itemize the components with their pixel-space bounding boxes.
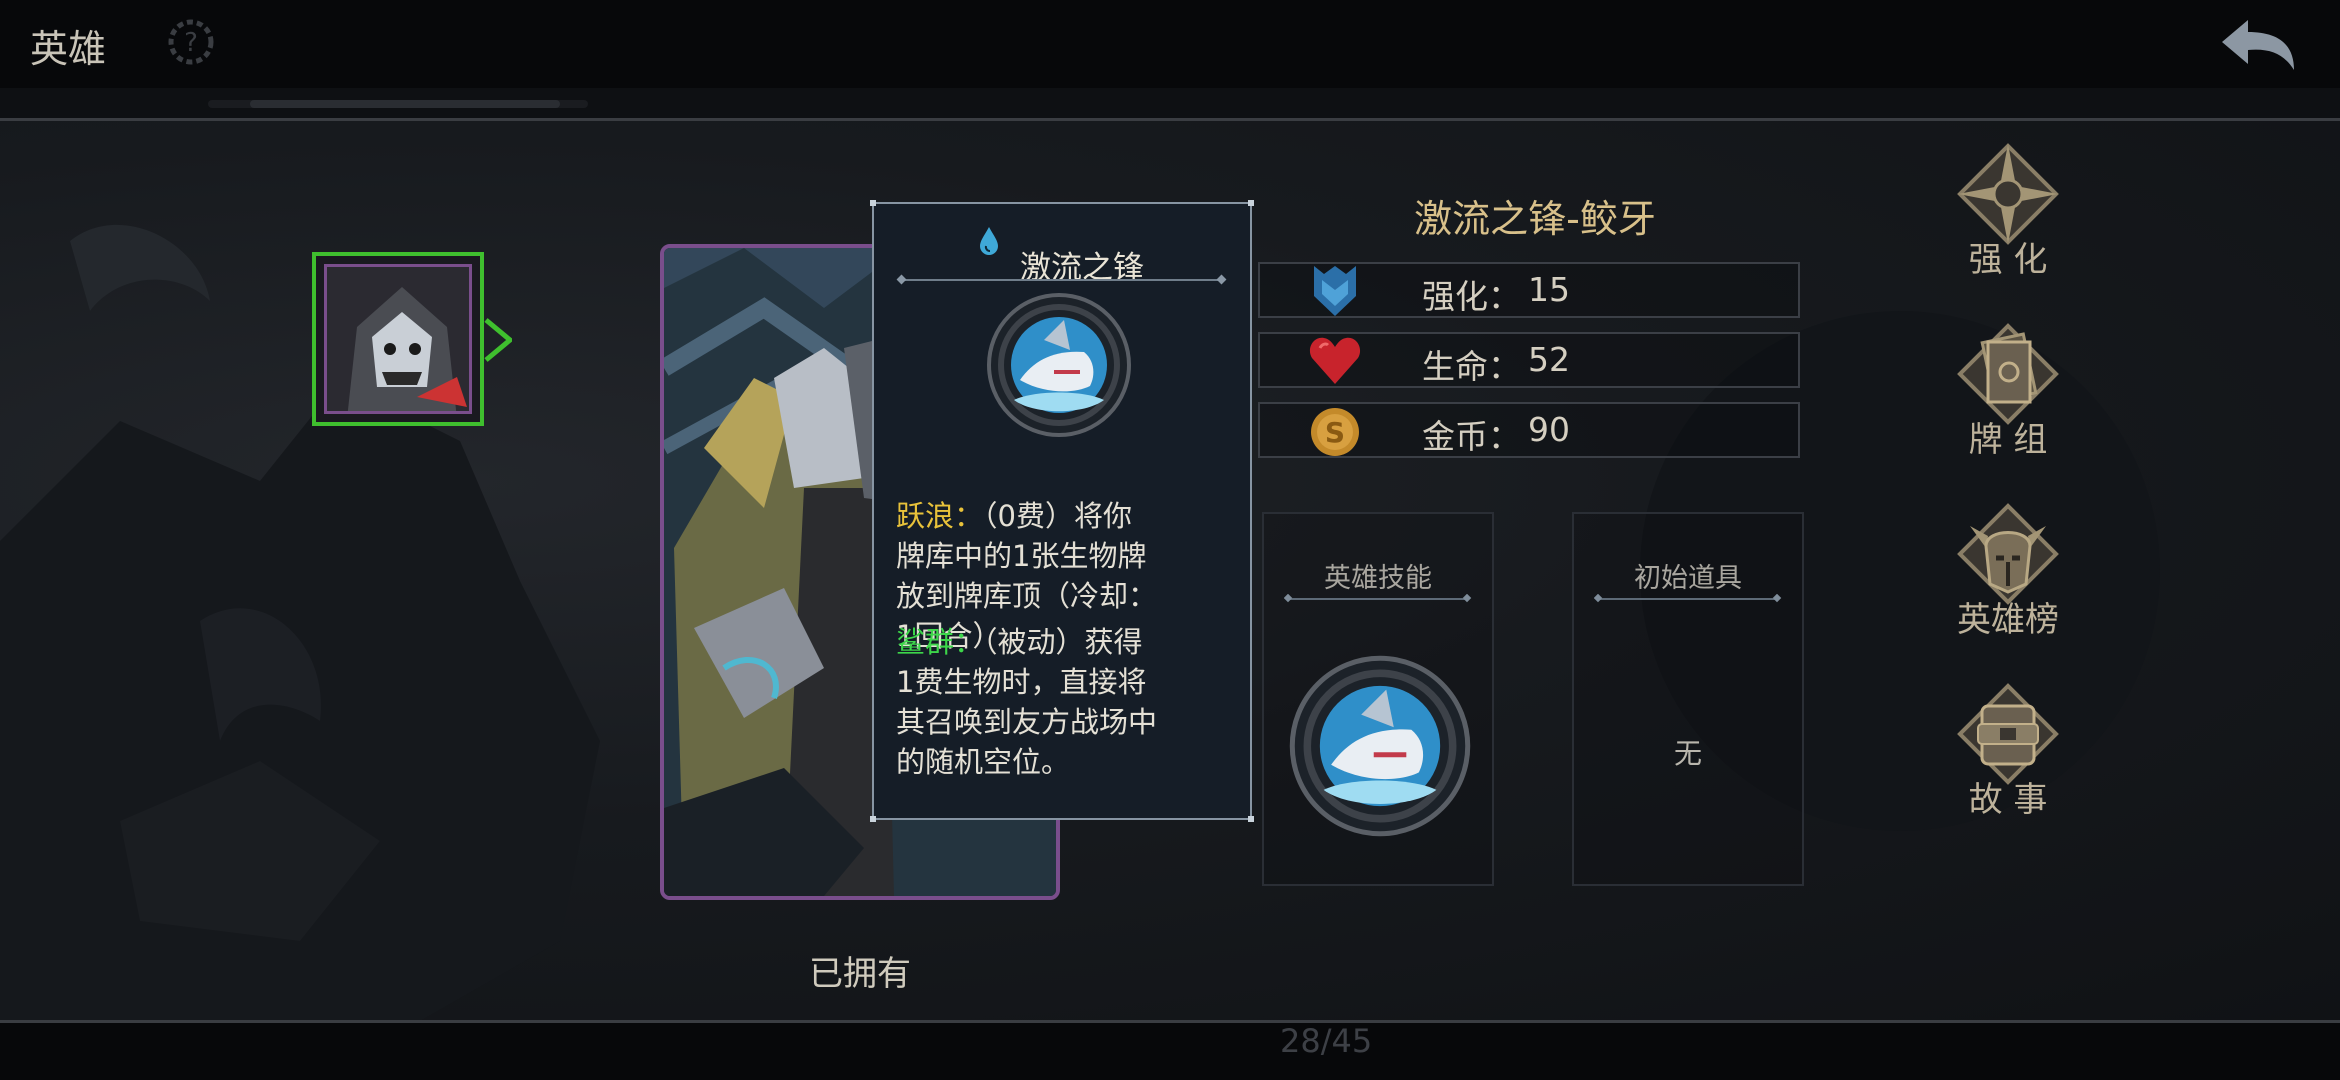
starting-item-box[interactable]: 初始道具 无 [1572, 512, 1804, 886]
stat-value: 15 [1528, 270, 1570, 309]
menu-story-button[interactable]: 故 事 [1938, 676, 2078, 826]
starting-item-value: 无 [1673, 737, 1702, 770]
ability-1-name: 跃浪： [896, 499, 984, 533]
top-bar: 英雄 ? [0, 0, 2340, 88]
stat-value: 90 [1528, 410, 1570, 449]
stat-label: 生命： [1422, 347, 1521, 386]
menu-label: 强 化 [1968, 240, 2048, 280]
ability-2-line: （被动）获得 [983, 625, 1143, 659]
bottom-bar [0, 1023, 2340, 1080]
ability-2-name: 鲨群： [896, 625, 984, 659]
water-drop-icon [980, 227, 998, 255]
tooltip-corner [1248, 200, 1254, 206]
stat-label: 强化： [1422, 277, 1521, 316]
page-counter: 28/45 [1280, 1022, 1373, 1060]
hero-name: 激流之锋-鲛牙 [1414, 197, 1656, 241]
heart-icon [1309, 337, 1361, 384]
ornament-divider [1594, 594, 1782, 603]
ability-1-line: 牌库中的1张生物牌 [896, 539, 1147, 573]
selection-arrow-icon [484, 318, 512, 362]
hero-skill-box[interactable]: 英雄技能 [1262, 512, 1494, 886]
ability-1-line: （0费）将你 [983, 499, 1132, 533]
ability-1-line: 放到牌库顶（冷却： [896, 579, 1158, 613]
owned-status: 已拥有 [809, 954, 911, 994]
ability-2-text: 鲨群：（被动）获得 1费生物时，直接将 其召唤到友方战场中 的随机空位。 [896, 622, 1236, 782]
box-title: 初始道具 [1634, 563, 1742, 594]
menu-leaderboard-button[interactable]: 英雄榜 [1938, 496, 2078, 646]
menu-label: 牌 组 [1968, 420, 2048, 460]
ornament-divider [1284, 594, 1472, 603]
gold-coin-icon: S [1311, 408, 1359, 456]
stat-value: 52 [1528, 340, 1570, 379]
ability-2-line: 其召唤到友方战场中 [896, 705, 1158, 739]
hero-portrait [324, 264, 472, 414]
shark-skill-icon[interactable] [1286, 652, 1474, 840]
scroll-thumb[interactable] [250, 100, 560, 108]
tooltip-corner [870, 816, 876, 822]
stat-upgrade: 强化： 15 [1258, 262, 1800, 318]
svg-text:?: ? [184, 28, 198, 58]
back-arrow-icon[interactable] [2218, 14, 2302, 76]
stat-label: 金币： [1422, 417, 1521, 456]
tooltip-corner [870, 200, 876, 206]
stat-gold: S 金币： 90 [1258, 402, 1800, 458]
help-gear-icon[interactable]: ? [165, 16, 217, 68]
shark-skill-icon [987, 293, 1131, 437]
menu-label: 故 事 [1968, 780, 2048, 820]
tooltip-corner [1248, 816, 1254, 822]
stat-health: 生命： 52 [1258, 332, 1800, 388]
upgrade-shield-icon [1314, 266, 1356, 316]
menu-deck-button[interactable]: 牌 组 [1938, 316, 2078, 466]
menu-label: 英雄榜 [1957, 600, 2059, 640]
ornament-divider [896, 274, 1227, 285]
page-title: 英雄 [30, 27, 107, 71]
ability-2-line: 的随机空位。 [896, 745, 1071, 779]
ability-2-line: 1费生物时，直接将 [896, 665, 1147, 699]
box-title: 英雄技能 [1324, 563, 1432, 594]
svg-text:S: S [1325, 416, 1345, 449]
hero-skill-tooltip: 激流之锋 跃浪：（0费）将你 牌库中的1张生物牌 放到牌库顶（冷却： 1回合） … [870, 200, 1254, 822]
hero-thumbnail-selected[interactable] [312, 252, 484, 426]
menu-upgrade-button[interactable]: 强 化 [1938, 136, 2078, 286]
